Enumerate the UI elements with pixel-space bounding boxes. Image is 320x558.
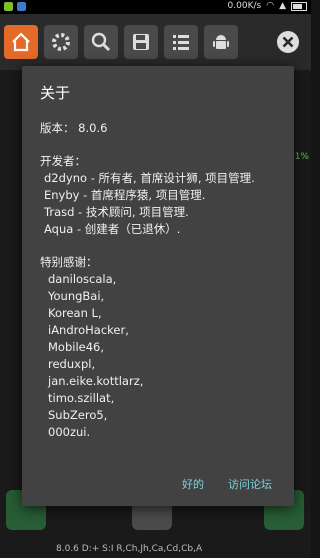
signal-icon: ▲	[279, 1, 286, 11]
network-speed: 0.00K/s	[227, 1, 262, 11]
about-dialog: 关于 版本： 8.0.6 开发者： d2dyno - 所有者, 首席设计狮, 项…	[22, 66, 294, 506]
settings-icon	[52, 33, 70, 51]
close-icon	[277, 31, 299, 53]
thanks-item: jan.eike.kottlarz,	[48, 374, 144, 388]
settings-button[interactable]	[44, 25, 78, 59]
home-icon	[12, 32, 30, 52]
developer-item: Aqua - 创建者（已退休）.	[44, 222, 181, 236]
home-button[interactable]	[4, 25, 38, 59]
dialog-actions: 好的 访问论坛	[182, 476, 272, 492]
dialog-body: 版本： 8.0.6 开发者： d2dyno - 所有者, 首席设计狮, 项目管理…	[40, 120, 290, 441]
list-icon	[173, 35, 189, 50]
save-button[interactable]	[124, 25, 158, 59]
android-button[interactable]	[204, 25, 238, 59]
list-button[interactable]	[164, 25, 198, 59]
app-icon	[17, 2, 26, 11]
thanks-item: SubZero5,	[48, 408, 108, 422]
thanks-item: Korean L,	[48, 306, 102, 320]
wifi-icon: ◠	[266, 1, 275, 11]
ok-button[interactable]: 好的	[182, 476, 204, 492]
close-button[interactable]	[271, 25, 305, 59]
status-bar: 0.00K/s ◠ ▲	[0, 0, 311, 14]
save-icon	[133, 34, 149, 50]
thanks-item: timo.szillat,	[48, 391, 115, 405]
battery-icon	[291, 1, 307, 11]
version-text: 版本： 8.0.6	[40, 121, 108, 135]
developer-item: Enyby - 首席程序猿, 项目管理.	[44, 188, 206, 202]
thanks-item: iAndroHacker,	[48, 323, 129, 337]
search-button[interactable]	[84, 25, 118, 59]
developer-item: Trasd - 技术顾问, 项目管理.	[44, 205, 189, 219]
thanks-list: daniloscala, YoungBai, Korean L, iAndroH…	[40, 271, 290, 441]
toolbar	[0, 14, 311, 70]
thanks-header: 特别感谢：	[40, 255, 98, 269]
thanks-item: daniloscala,	[48, 272, 117, 286]
android-icon	[213, 35, 229, 49]
developers-list: d2dyno - 所有者, 首席设计狮, 项目管理. Enyby - 首席程序猿…	[40, 170, 290, 238]
developers-header: 开发者：	[40, 154, 86, 168]
search-icon	[91, 32, 111, 52]
dialog-title: 关于	[40, 84, 71, 102]
thanks-item: Mobile46,	[48, 340, 105, 354]
visit-forum-button[interactable]: 访问论坛	[228, 476, 272, 492]
thanks-item: YoungBai,	[48, 289, 105, 303]
thanks-item: 000zui.	[48, 425, 91, 439]
developer-item: d2dyno - 所有者, 首席设计狮, 项目管理.	[44, 171, 255, 185]
background-status-line: 8.0.6 D:+ S:I R,Ch,Jh,Ca,Cd,Cb,A	[0, 540, 311, 558]
notification-icon	[4, 2, 13, 11]
thanks-item: reduxpl,	[48, 357, 96, 371]
